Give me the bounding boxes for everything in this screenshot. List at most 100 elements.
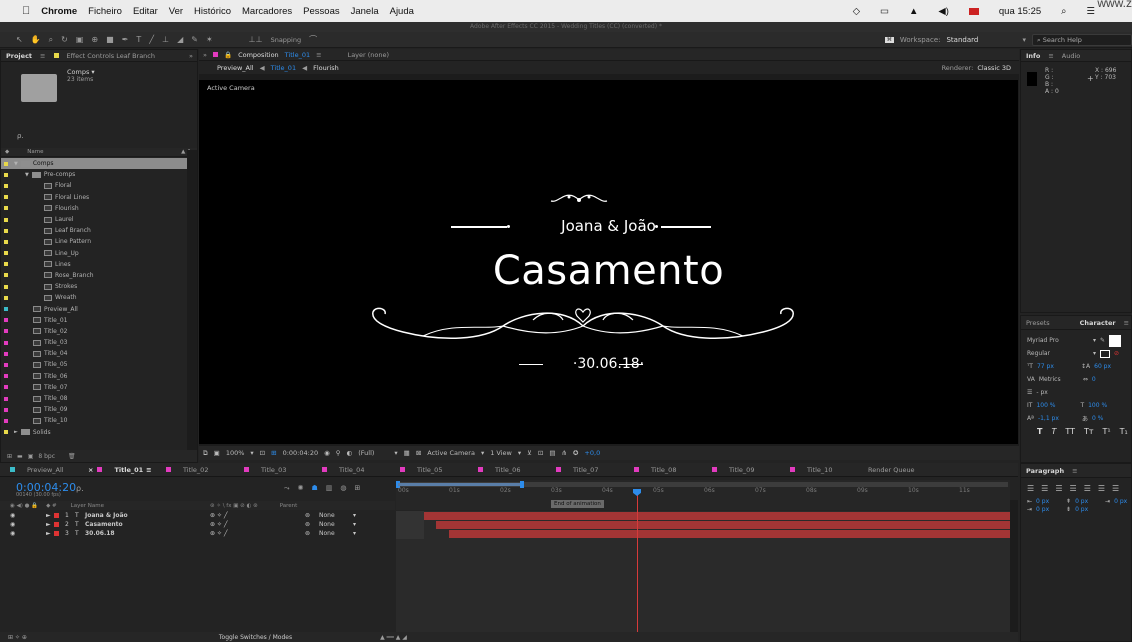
parent-pickwhip-icon[interactable]: ⊚ (305, 530, 319, 537)
parent-header[interactable]: Parent (280, 503, 298, 509)
panel-overflow-icon[interactable]: » (189, 52, 193, 60)
lock-icon[interactable]: 🔒 (224, 51, 232, 59)
rotate-tool-icon[interactable]: ↻ (61, 35, 68, 44)
label-color-swatch[interactable] (4, 340, 8, 345)
project-item[interactable]: Flourish (1, 203, 197, 214)
project-item[interactable]: Floral (1, 180, 197, 191)
eraser-tool-icon[interactable]: ◢ (177, 35, 183, 44)
baseline-shift-value[interactable]: -1,1 px (1038, 415, 1078, 422)
camera-dropdown[interactable]: Active Camera (427, 449, 475, 457)
project-item[interactable]: ▼ Comps (1, 158, 197, 170)
tab-character[interactable]: Character (1080, 319, 1116, 327)
zoom-dropdown[interactable]: 100% (226, 449, 245, 457)
label-color-swatch[interactable] (4, 307, 8, 312)
work-area-range[interactable] (398, 483, 522, 486)
show-snapshot-icon[interactable]: ⚲ (336, 449, 341, 457)
toggle-pixel-icon[interactable]: ⊻ (527, 449, 532, 457)
safe-zones-icon[interactable]: ⊡ (260, 449, 265, 457)
composition-tab-label[interactable]: Composition (238, 51, 279, 59)
project-scrollbar[interactable] (187, 150, 197, 452)
no-stroke-icon[interactable]: ⊘ (1114, 350, 1119, 357)
clone-tool-icon[interactable]: ⊥ (162, 35, 169, 44)
flowchart-icon[interactable]: ⋔ (562, 449, 567, 457)
dropdown-icon[interactable]: ▾ (394, 449, 397, 457)
project-item[interactable]: Preview_All (1, 303, 197, 314)
tab-menu-icon[interactable]: ≡ (1048, 52, 1053, 60)
project-item[interactable]: Title_03 (1, 337, 197, 348)
label-color-swatch[interactable] (4, 362, 8, 367)
zoom-tool-icon[interactable]: ⌕ (49, 35, 53, 45)
label-color-swatch[interactable] (4, 329, 8, 334)
justify-all-icon[interactable]: ☰ (1112, 484, 1119, 493)
faux-italic-button[interactable]: T (1051, 427, 1056, 436)
composition-tab-comp[interactable]: Title_01 (285, 51, 310, 59)
breadcrumb-title-01[interactable]: Title_01 (271, 64, 296, 72)
breadcrumb-flourish[interactable]: Flourish (313, 64, 339, 72)
fill-color-swatch[interactable] (1109, 334, 1122, 347)
project-item[interactable]: Wreath (1, 292, 197, 303)
timeline-tab[interactable]: Title_04 (312, 466, 390, 474)
project-item[interactable]: Strokes (1, 281, 197, 292)
timeline-search-icon[interactable]: ρ. (76, 484, 84, 493)
label-color-swatch[interactable] (4, 273, 8, 278)
pen-tool-icon[interactable]: ✒ (122, 35, 129, 44)
menu-app-name[interactable]: Chrome (41, 6, 77, 17)
breadcrumb-preview-all[interactable]: Preview_All (217, 64, 254, 72)
disclosure-triangle-icon[interactable]: ▼ (14, 161, 18, 167)
tab-menu-icon[interactable]: ≡ (1072, 467, 1077, 475)
superscript-button[interactable]: T¹ (1103, 427, 1111, 436)
label-color-swatch[interactable] (4, 351, 8, 356)
dropdown-icon[interactable]: ▾ (353, 521, 356, 528)
always-preview-icon[interactable]: ⧉ (203, 449, 208, 458)
region-icon[interactable]: ▣ (214, 449, 220, 457)
renderer-value[interactable]: Classic 3D (977, 64, 1011, 72)
label-color-swatch[interactable] (4, 430, 8, 435)
label-color-swatch[interactable] (4, 407, 8, 412)
workspace-icon[interactable]: ⌘ (884, 37, 894, 43)
workspace-value[interactable]: Standard (946, 36, 1016, 44)
menu-historico[interactable]: Histórico (194, 6, 231, 17)
layer-label-swatch[interactable] (54, 531, 59, 536)
visibility-icon[interactable]: ◉ (10, 530, 46, 537)
shape-tool-icon[interactable]: ■ (106, 35, 114, 44)
justify-left-icon[interactable]: ☰ (1070, 484, 1077, 493)
dropdown-icon[interactable]: ▾ (481, 449, 484, 457)
timeline-tab[interactable]: Title_05 (390, 466, 468, 474)
selected-item-name[interactable]: Comps ▾ (67, 68, 95, 76)
justify-right-icon[interactable]: ☰ (1098, 484, 1105, 493)
color-channel-icon[interactable]: ◐ (347, 449, 353, 457)
views-dropdown[interactable]: 1 View (490, 449, 512, 457)
comp-flowchart-icon[interactable]: ⤳ (284, 484, 290, 493)
panel-toggle-icon[interactable]: » (203, 51, 207, 59)
layer-bar-3[interactable] (449, 530, 1010, 538)
layer-row[interactable]: ◉ ► 2 T Casamento ⊛ ✧ ╱ ⊚ None ▾ (0, 520, 395, 529)
indent-left-value[interactable]: 0 px (1036, 498, 1062, 505)
timeline-tab[interactable]: Title_07 (546, 466, 624, 474)
trash-icon[interactable]: 🗑 (68, 453, 76, 460)
grid-icon[interactable]: ⊞ (271, 449, 276, 457)
parent-pickwhip-icon[interactable]: ⊚ (305, 512, 319, 519)
transparency-grid-icon[interactable]: ⊠ (416, 449, 421, 457)
dropdown-icon[interactable]: ▾ (250, 449, 253, 457)
label-color-swatch[interactable] (4, 172, 8, 177)
space-before-value[interactable]: 0 px (1075, 498, 1101, 505)
dropdown-icon[interactable]: ▾ (353, 530, 356, 537)
new-comp-icon[interactable]: ▣ (28, 453, 34, 460)
horizontal-scale-value[interactable]: 100 % (1088, 402, 1107, 409)
visibility-icon[interactable]: ◉ (10, 521, 46, 528)
kerning-value[interactable]: Metrics (1039, 376, 1079, 383)
label-color-swatch[interactable] (4, 251, 8, 256)
pan-behind-tool-icon[interactable]: ⊕ (91, 35, 98, 44)
fast-preview-icon[interactable]: ⊡ (538, 449, 543, 457)
timeline-tab[interactable]: Title_02 (156, 466, 234, 474)
shy-icon[interactable]: ☗ (311, 484, 317, 493)
project-item[interactable]: Title_05 (1, 359, 197, 370)
timeline-tab[interactable]: Title_06 (468, 466, 546, 474)
project-item[interactable]: Title_02 (1, 326, 197, 337)
disclosure-triangle-icon[interactable]: ▼ (25, 172, 29, 178)
reset-exposure-icon[interactable]: ✪ (573, 449, 578, 457)
timeline-tab[interactable]: Preview_All (0, 466, 78, 474)
tab-paragraph[interactable]: Paragraph (1026, 467, 1064, 475)
stroke-swatch-icon[interactable] (1100, 349, 1111, 358)
timeline-tab[interactable]: Title_08 (624, 466, 702, 474)
